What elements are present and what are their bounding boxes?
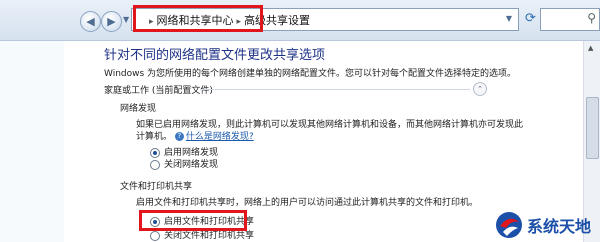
network-discovery-title: 网络发现 [120,104,157,114]
back-button[interactable]: ◀ [80,11,101,32]
address-dropdown-icon[interactable]: ▼ [506,14,512,23]
radio-label: 关闭文件和打印机共享 [164,231,255,241]
radio-unselected-icon[interactable] [150,159,160,170]
watermark: 系统天地 [494,210,600,242]
scrollbar-thumb[interactable] [586,97,599,159]
highlight-box-address [133,5,263,32]
radio-disable-discovery[interactable]: 关闭网络发现 [150,157,218,170]
network-discovery-text-2: 计算机。 ? 什么是网络发现? [136,129,254,142]
watermark-logo-icon [496,212,522,238]
search-icon: ⚲ [587,11,596,25]
network-discovery-text-tail: 计算机。 [136,132,173,142]
search-input[interactable]: ⚲ [540,8,600,31]
page-title: 针对不同的网络配置文件更改共享选项 [104,48,326,63]
watermark-text: 系统天地 [527,217,592,236]
radio-unselected-icon[interactable] [150,230,160,241]
profile-header: 家庭或工作 (当前配置文件) [104,86,213,96]
help-icon: ? [174,132,184,141]
page-description: Windows 为您所使用的每个网络创建单独的网络配置文件。您可以针对每个配置文… [104,69,517,79]
file-sharing-title: 文件和打印机共享 [120,182,193,192]
divider [200,89,470,90]
network-discovery-help-link[interactable]: 什么是网络发现? [186,132,254,142]
scroll-up-icon[interactable]: ▲ [588,44,593,52]
radio-label: 关闭网络发现 [164,160,219,170]
radio-selected-icon[interactable] [150,147,160,158]
left-margin [0,41,64,242]
recent-pages-caret-icon[interactable]: ▼ [123,15,129,24]
highlight-box-radio [139,210,247,231]
forward-button[interactable]: ▶ [101,11,122,32]
collapse-profile-icon[interactable]: ⌃ [473,82,487,96]
refresh-icon[interactable]: ⟳ [522,10,539,27]
file-sharing-text: 启用文件和打印机共享时，网络上的用户可以访问通过此计算机共享的文件和打印机。 [136,198,479,208]
